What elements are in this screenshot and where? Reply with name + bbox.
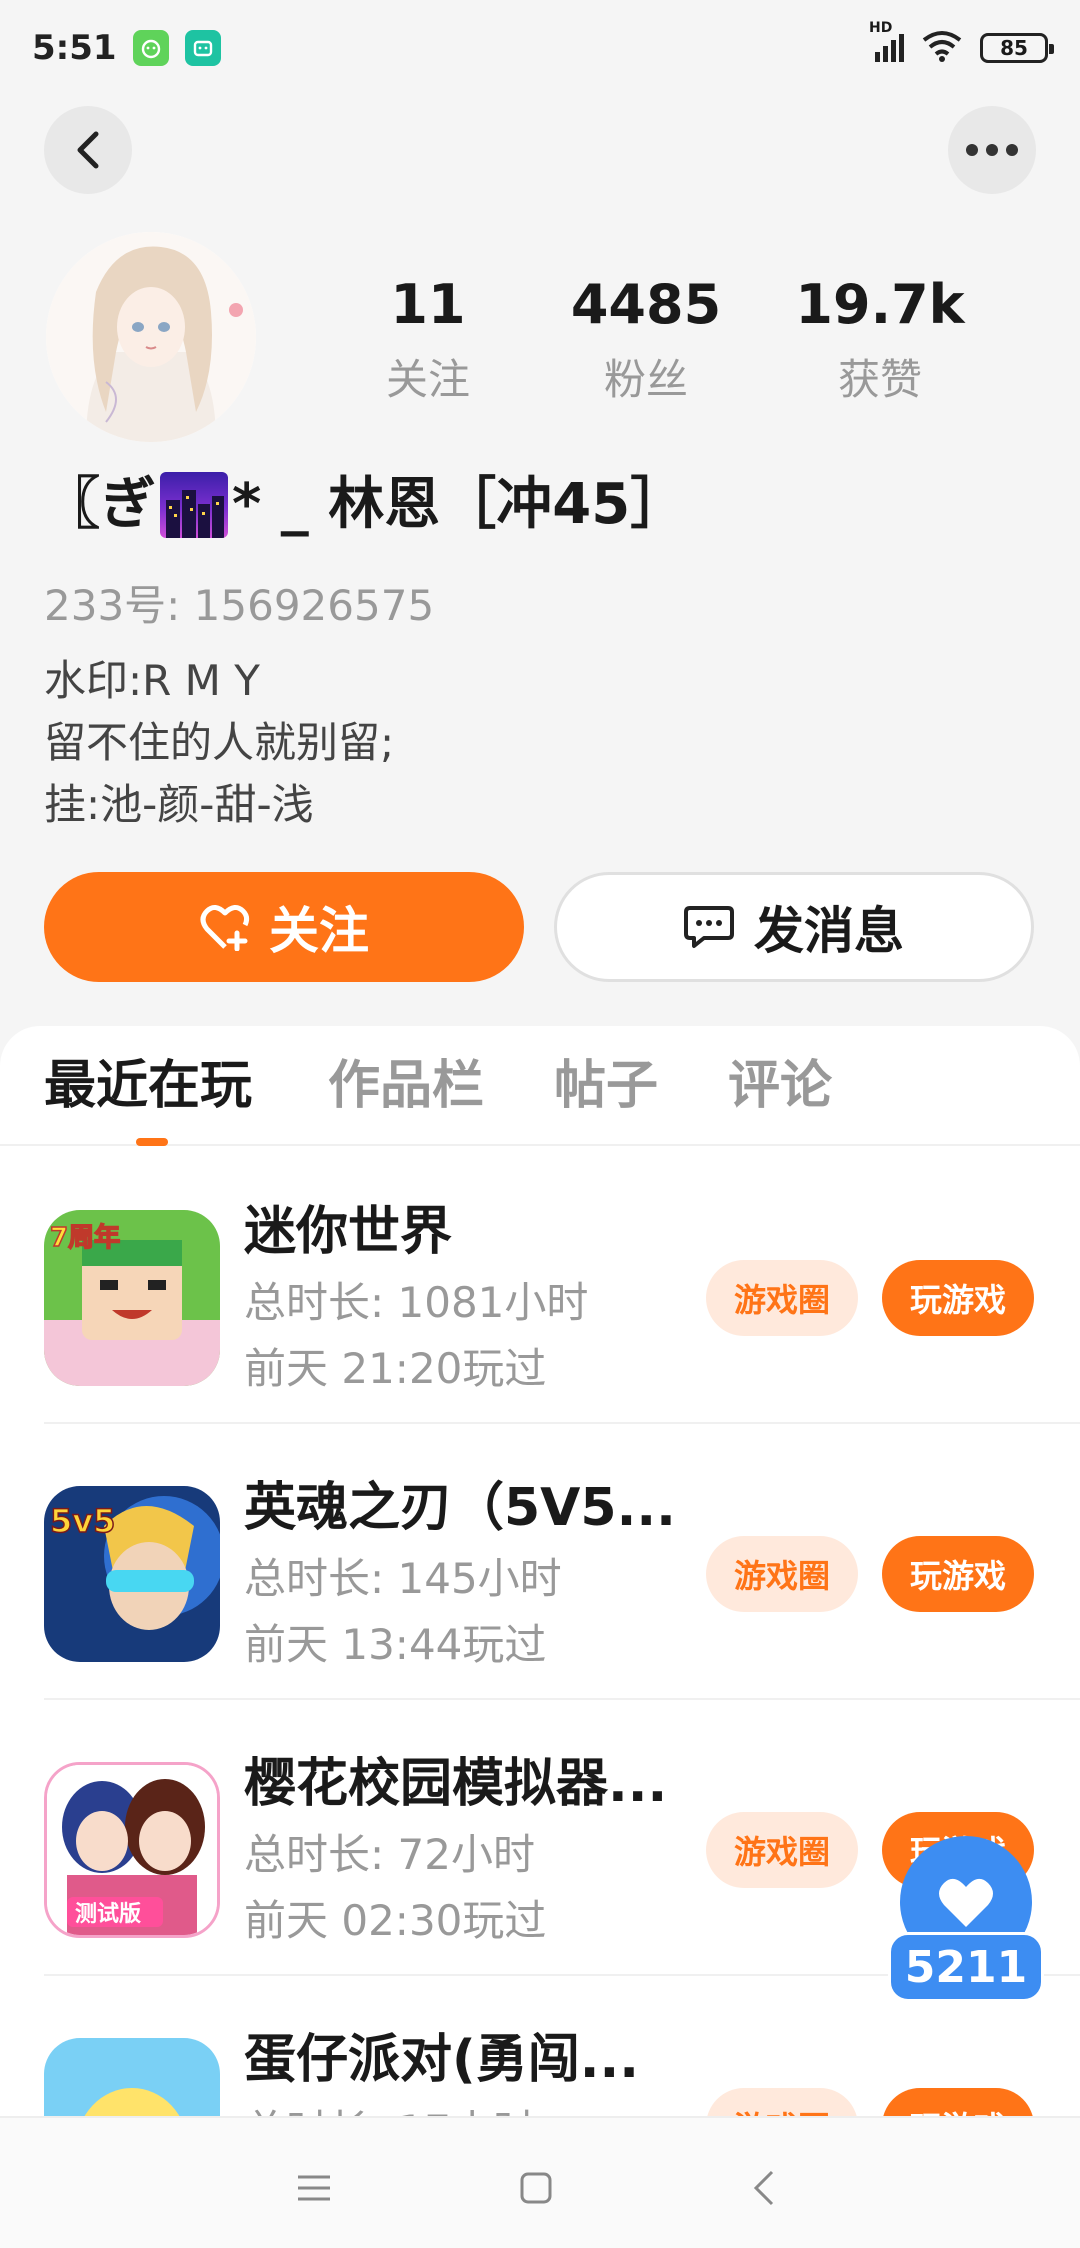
like-count: 5211 bbox=[888, 1932, 1044, 2002]
app-notification-icon bbox=[184, 30, 221, 66]
menu-icon bbox=[298, 2175, 330, 2201]
game-row[interactable]: 5v5 英魂之刃（5V5... 总时长: 145小时 前天 13:44玩过 游戏… bbox=[0, 1424, 1080, 1700]
stat-label: 关注 bbox=[385, 355, 470, 404]
game-icon-yinghun[interactable]: 5v5 bbox=[44, 1486, 220, 1662]
stat-value: 19.7k bbox=[795, 273, 965, 336]
more-button[interactable] bbox=[948, 106, 1036, 194]
stat-value: 11 bbox=[390, 273, 466, 336]
game-duration: 总时长: 145小时 bbox=[244, 1554, 562, 1603]
signal-icon: HD bbox=[869, 20, 904, 62]
stat-fans[interactable]: 4485 粉丝 bbox=[526, 275, 766, 403]
system-back-button[interactable] bbox=[734, 2158, 794, 2218]
game-name: 迷你世界 bbox=[244, 1202, 453, 1262]
play-game-button[interactable]: 玩游戏 bbox=[882, 1536, 1034, 1612]
city-night-emoji-icon bbox=[160, 472, 228, 538]
game-icon-label: 测试版 bbox=[75, 1902, 141, 1927]
game-duration: 总时长: 1081小时 bbox=[244, 1278, 589, 1327]
avatar[interactable] bbox=[46, 232, 256, 442]
game-icon-label: 5v5 bbox=[50, 1502, 115, 1540]
wifi-icon bbox=[922, 30, 962, 66]
floating-like-button[interactable]: 5211 bbox=[888, 1836, 1044, 2006]
game-row[interactable]: 7周年 迷你世界 总时长: 1081小时 前天 21:20玩过 游戏圈 玩游戏 bbox=[0, 1148, 1080, 1424]
game-icon-label: 7周年 bbox=[50, 1222, 120, 1253]
battery-icon: 85 bbox=[980, 33, 1054, 63]
game-circle-button[interactable]: 游戏圈 bbox=[706, 1812, 858, 1888]
message-button[interactable]: 发消息 bbox=[554, 872, 1034, 982]
nickname: 〖ぎ * _ 林恩［冲45］ bbox=[44, 470, 686, 540]
chevron-left-icon bbox=[753, 2170, 774, 2206]
game-circle-button[interactable]: 游戏圈 bbox=[706, 2088, 858, 2116]
tab-posts[interactable]: 帖子 bbox=[554, 1056, 658, 1116]
menu-button[interactable] bbox=[284, 2158, 344, 2218]
game-last-played: 前天 21:20玩过 bbox=[244, 1344, 547, 1393]
app-notification-icon bbox=[132, 30, 169, 66]
game-circle-button[interactable]: 游戏圈 bbox=[706, 1536, 858, 1612]
back-button[interactable] bbox=[44, 106, 132, 194]
system-navigation-bar bbox=[0, 2116, 1080, 2248]
play-game-button[interactable]: 玩游戏 bbox=[882, 1260, 1034, 1336]
status-time: 5:51 bbox=[32, 28, 117, 68]
home-square-icon bbox=[520, 2172, 552, 2204]
chevron-left-icon bbox=[77, 131, 99, 169]
nickname-prefix: 〖ぎ bbox=[44, 472, 156, 537]
game-duration: 总时长: 72小时 bbox=[244, 1830, 535, 1879]
heart-plus-icon bbox=[200, 905, 250, 951]
game-duration: 总时长: 17小时 bbox=[244, 2106, 535, 2116]
game-icon-eggy-party[interactable] bbox=[44, 2038, 220, 2116]
tab-works[interactable]: 作品栏 bbox=[328, 1056, 484, 1116]
status-bar: 5:51 HD 85 bbox=[0, 0, 1080, 96]
bio-line: 留不住的人就别留; bbox=[44, 718, 395, 767]
game-last-played: 前天 02:30玩过 bbox=[244, 1896, 547, 1945]
tab-comments[interactable]: 评论 bbox=[728, 1056, 832, 1116]
game-last-played: 前天 13:44玩过 bbox=[244, 1620, 547, 1669]
tab-recently-played[interactable]: 最近在玩 bbox=[44, 1056, 252, 1116]
stat-label: 粉丝 bbox=[603, 355, 688, 404]
more-dots-icon bbox=[966, 144, 1018, 156]
network-type-label: HD bbox=[869, 20, 893, 36]
game-icon-mini-world[interactable]: 7周年 bbox=[44, 1210, 220, 1386]
bio-line: 水印:R M Y bbox=[44, 656, 260, 705]
follow-button[interactable]: 关注 bbox=[44, 872, 524, 982]
stat-following[interactable]: 11 关注 bbox=[308, 275, 548, 403]
stat-likes[interactable]: 19.7k 获赞 bbox=[760, 275, 1000, 403]
chat-bubble-icon bbox=[684, 906, 734, 948]
stat-label: 获赞 bbox=[837, 355, 922, 404]
game-name: 樱花校园模拟器... bbox=[244, 1754, 668, 1814]
game-circle-button[interactable]: 游戏圈 bbox=[706, 1260, 858, 1336]
stat-value: 4485 bbox=[570, 273, 722, 336]
bio: 水印:R M Y 留不住的人就别留; 挂:池-颜-甜-浅 bbox=[44, 650, 394, 836]
nickname-suffix: * _ 林恩［冲45］ bbox=[232, 472, 687, 537]
message-label: 发消息 bbox=[754, 902, 904, 960]
home-button[interactable] bbox=[506, 2158, 566, 2218]
game-icon-sakura-school[interactable]: 测试版 bbox=[44, 1762, 220, 1938]
play-game-button[interactable]: 玩游戏 bbox=[882, 2088, 1034, 2116]
heart-icon bbox=[939, 1878, 993, 1927]
game-name: 蛋仔派对(勇闯... bbox=[244, 2030, 640, 2090]
bio-line: 挂:池-颜-甜-浅 bbox=[44, 780, 314, 829]
account-id: 233号: 156926575 bbox=[44, 581, 435, 630]
tab-indicator bbox=[136, 1138, 168, 1146]
tab-bar: 最近在玩 作品栏 帖子 评论 bbox=[0, 1026, 1080, 1146]
follow-label: 关注 bbox=[269, 902, 369, 960]
game-name: 英魂之刃（5V5... bbox=[244, 1478, 676, 1538]
